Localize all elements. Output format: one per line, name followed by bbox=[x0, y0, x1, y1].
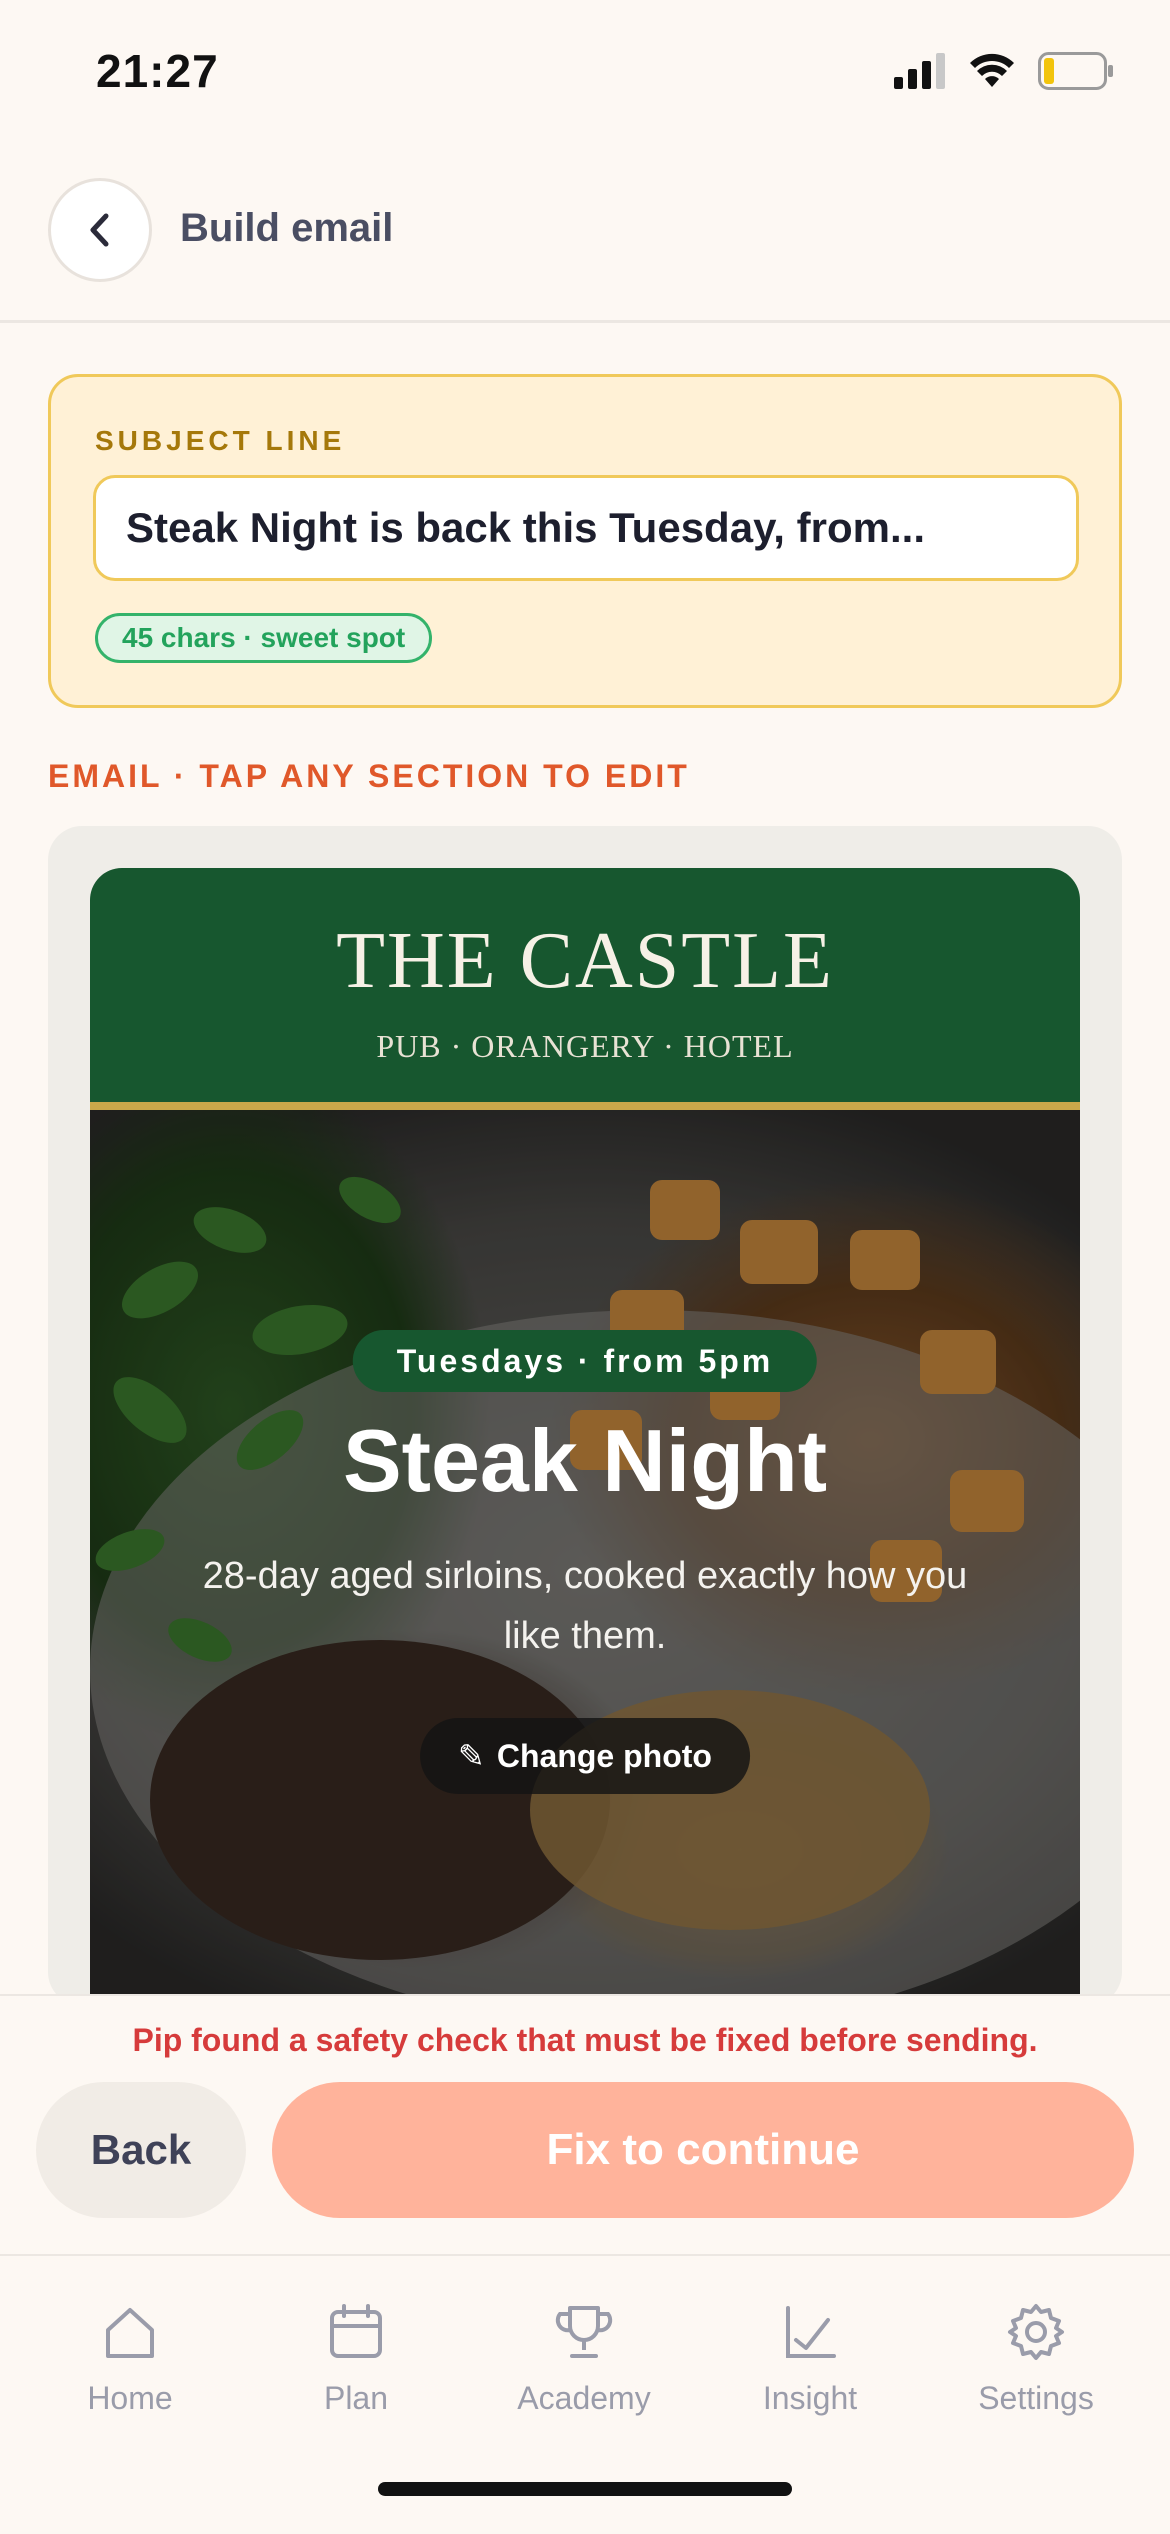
tab-academy-label: Academy bbox=[517, 2380, 651, 2416]
home-icon bbox=[106, 2308, 154, 2358]
page-title: Build email bbox=[180, 206, 394, 250]
tab-plan[interactable]: Plan bbox=[266, 2300, 446, 2417]
subject-line-input[interactable]: Steak Night is back this Tuesday, from..… bbox=[93, 475, 1079, 581]
gear-icon bbox=[1008, 2304, 1064, 2360]
battery-icon bbox=[1038, 52, 1113, 90]
wifi-icon bbox=[970, 53, 1014, 87]
tab-home-label: Home bbox=[87, 2380, 173, 2416]
header-back-button[interactable] bbox=[48, 178, 152, 282]
fix-to-continue-button[interactable]: Fix to continue bbox=[272, 2082, 1134, 2218]
subject-line-card: SUBJECT LINE Steak Night is back this Tu… bbox=[48, 374, 1122, 708]
subject-line-label: SUBJECT LINE bbox=[95, 425, 346, 456]
character-count-badge: 45 chars · sweet spot bbox=[95, 613, 433, 663]
hero-subtitle: 28-day aged sirloins, cooked exactly how… bbox=[202, 1555, 968, 1657]
status-time: 21:27 bbox=[96, 45, 219, 97]
tab-academy[interactable]: Academy bbox=[494, 2300, 674, 2417]
top-header: Build email bbox=[0, 150, 1170, 323]
chevron-left-icon bbox=[90, 213, 109, 247]
brand-name: THE CASTLE bbox=[336, 917, 834, 1005]
email-header-section[interactable]: THE CASTLE PUB · ORANGERY · HOTEL bbox=[90, 868, 1080, 1102]
change-photo-button[interactable]: ✎ Change photo bbox=[420, 1718, 750, 1794]
status-icons bbox=[894, 52, 1114, 90]
banner-divider bbox=[90, 1102, 1080, 1110]
tab-settings-label: Settings bbox=[978, 2380, 1094, 2416]
back-button[interactable]: Back bbox=[36, 2082, 246, 2218]
tab-insight[interactable]: Insight bbox=[720, 2300, 900, 2417]
action-footer: Pip found a safety check that must be fi… bbox=[0, 1994, 1170, 2256]
email-section-heading: EMAIL · TAP ANY SECTION TO EDIT bbox=[48, 758, 690, 794]
brand-tagline: PUB · ORANGERY · HOTEL bbox=[376, 1028, 794, 1064]
trophy-icon bbox=[555, 2306, 613, 2358]
event-time-badge: Tuesdays · from 5pm bbox=[352, 1330, 818, 1392]
change-photo-label: Change photo bbox=[496, 1737, 712, 1774]
pencil-icon: ✎ bbox=[458, 1738, 485, 1774]
safety-warning: Pip found a safety check that must be fi… bbox=[132, 2022, 1038, 2058]
signal-icon bbox=[894, 53, 945, 89]
email-preview: THE CASTLE PUB · ORANGERY · HOTEL Tuesda… bbox=[48, 826, 1122, 2006]
home-indicator bbox=[378, 2482, 792, 2496]
calendar-icon bbox=[330, 2304, 382, 2358]
tab-home[interactable]: Home bbox=[40, 2300, 220, 2417]
tab-insight-label: Insight bbox=[762, 2380, 858, 2416]
chart-icon bbox=[786, 2306, 836, 2358]
tab-plan-label: Plan bbox=[323, 2380, 389, 2416]
status-bar: 21:27 bbox=[0, 0, 1170, 150]
tab-settings[interactable]: Settings bbox=[946, 2300, 1126, 2417]
hero-section[interactable]: Tuesdays · from 5pm Steak Night 28-day a… bbox=[90, 1110, 1080, 2006]
hero-title: Steak Night bbox=[342, 1411, 828, 1510]
